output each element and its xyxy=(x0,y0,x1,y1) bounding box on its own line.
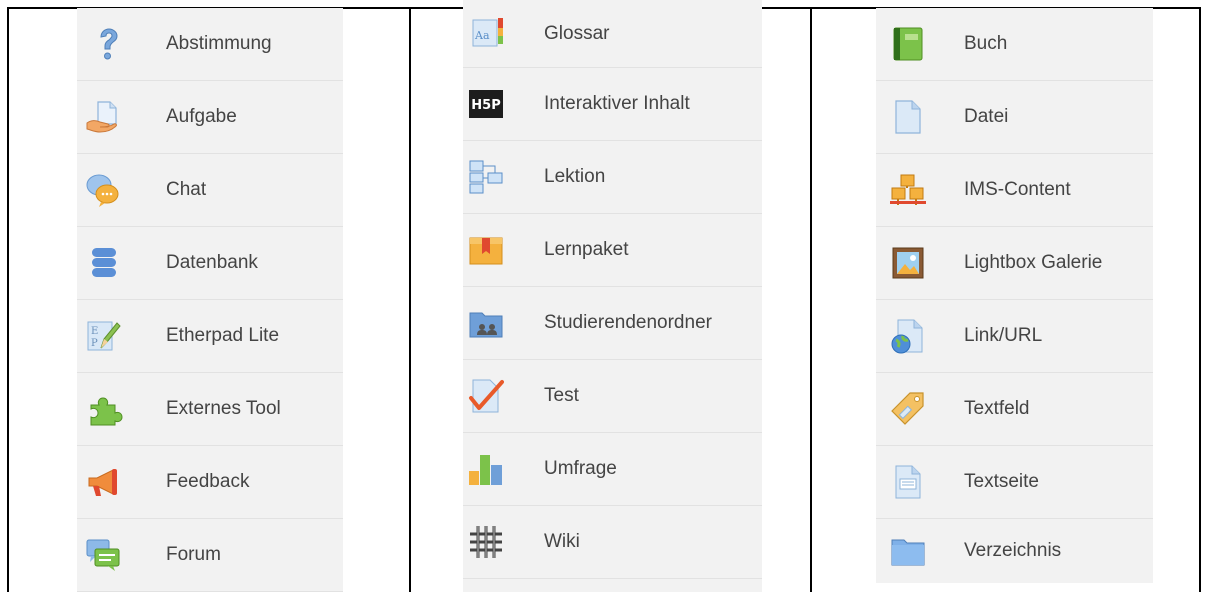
survey-bars-icon xyxy=(468,451,504,487)
activity-label: Feedback xyxy=(166,471,250,492)
svg-text:H5P: H5P xyxy=(471,98,500,113)
activity-item-feedback[interactable]: Feedback xyxy=(77,446,343,519)
activity-item-umfrage[interactable]: Umfrage xyxy=(463,433,762,506)
activity-label: Wiki xyxy=(544,531,580,552)
lesson-flow-icon xyxy=(468,159,504,195)
megaphone-icon xyxy=(85,464,121,500)
activity-label: Interaktiver Inhalt xyxy=(544,93,690,114)
column-divider xyxy=(409,7,411,592)
activity-item-textfeld[interactable]: Textfeld xyxy=(876,373,1153,446)
activity-list-col3: Buch Datei IMS-Content Lightbox Galerie … xyxy=(876,8,1153,583)
chat-bubbles-icon xyxy=(85,172,121,208)
wiki-knot-icon xyxy=(468,524,504,560)
activity-item-lernpaket[interactable]: Lernpaket xyxy=(463,214,762,287)
activity-label: Forum xyxy=(166,544,221,565)
folder-icon xyxy=(890,533,926,569)
gallery-picture-icon xyxy=(890,245,926,281)
activity-label: Chat xyxy=(166,179,207,200)
activity-label: Buch xyxy=(964,33,1008,54)
activity-label: Textfeld xyxy=(964,398,1030,419)
svg-text:P: P xyxy=(91,338,98,349)
activity-item-glossar[interactable]: Aa Glossar xyxy=(463,0,762,68)
activity-list-col2: Aa Glossar H5P Interaktiver Inhalt Lekti… xyxy=(463,0,762,592)
activity-item-textseite[interactable]: Textseite xyxy=(876,446,1153,519)
activity-item-etherpad-lite[interactable]: EP Etherpad Lite xyxy=(77,300,343,373)
activity-item-datenbank[interactable]: Datenbank xyxy=(77,227,343,300)
activity-item-buch[interactable]: Buch xyxy=(876,8,1153,81)
book-icon xyxy=(890,26,926,62)
text-page-icon xyxy=(890,464,926,500)
activity-item-lektion[interactable]: Lektion xyxy=(463,141,762,214)
activity-item-chat[interactable]: Chat xyxy=(77,154,343,227)
activity-label: Lernpaket xyxy=(544,239,629,260)
activity-label: Verzeichnis xyxy=(964,540,1062,561)
activity-item-datei[interactable]: Datei xyxy=(876,81,1153,154)
activity-item-interaktiver-inhalt[interactable]: H5P Interaktiver Inhalt xyxy=(463,68,762,141)
assignment-hand-icon xyxy=(85,99,121,135)
activity-label: Externes Tool xyxy=(166,398,281,419)
activity-label: Lightbox Galerie xyxy=(964,252,1103,273)
puzzle-icon xyxy=(87,391,123,427)
activity-label: Abstimmung xyxy=(166,33,272,54)
activity-label: Link/URL xyxy=(964,325,1043,346)
activity-label: IMS-Content xyxy=(964,179,1071,200)
activity-item-ims-content[interactable]: IMS-Content xyxy=(876,154,1153,227)
activity-label: Aufgabe xyxy=(166,106,237,127)
activity-label: Datenbank xyxy=(166,252,258,273)
svg-text:Aa: Aa xyxy=(474,29,490,42)
activity-label: Lektion xyxy=(544,166,606,187)
activity-item-lightbox-galerie[interactable]: Lightbox Galerie xyxy=(876,227,1153,300)
url-globe-icon xyxy=(890,318,926,354)
activity-item-aufgabe[interactable]: Aufgabe xyxy=(77,81,343,154)
activity-list-col1: Abstimmung Aufgabe Chat Datenbank EP Eth… xyxy=(77,8,343,592)
activity-label: Studierendenordner xyxy=(544,312,712,333)
activity-label: Textseite xyxy=(964,471,1039,492)
etherpad-pencil-icon: EP xyxy=(85,318,121,354)
activity-label: Test xyxy=(544,385,579,406)
activity-item-abstimmung[interactable]: Abstimmung xyxy=(77,8,343,81)
quiz-check-icon xyxy=(468,378,504,414)
activity-item-externes-tool[interactable]: Externes Tool xyxy=(77,373,343,446)
package-box-icon xyxy=(468,232,504,268)
ims-boxes-icon xyxy=(890,172,926,208)
h5p-icon: H5P xyxy=(468,86,504,122)
activity-label: Umfrage xyxy=(544,458,617,479)
activity-label: Datei xyxy=(964,106,1009,127)
activity-item-verzeichnis[interactable]: Verzeichnis xyxy=(876,519,1153,583)
activity-item-link-url[interactable]: Link/URL xyxy=(876,300,1153,373)
glossary-icon: Aa xyxy=(469,14,505,50)
svg-text:E: E xyxy=(91,326,98,337)
forum-bubbles-icon xyxy=(85,537,121,573)
column-divider xyxy=(810,7,812,592)
student-folder-icon xyxy=(468,305,504,341)
database-icon xyxy=(87,245,123,281)
file-icon xyxy=(890,99,926,135)
activity-label: Etherpad Lite xyxy=(166,325,280,346)
activity-item-test[interactable]: Test xyxy=(463,360,762,433)
activity-item-wiki[interactable]: Wiki xyxy=(463,506,762,579)
activity-item-studierendenordner[interactable]: Studierendenordner xyxy=(463,287,762,360)
label-tag-icon xyxy=(890,391,926,427)
question-mark-icon xyxy=(89,26,125,62)
activity-label: Glossar xyxy=(544,22,610,44)
activity-item-forum[interactable]: Forum xyxy=(77,519,343,592)
